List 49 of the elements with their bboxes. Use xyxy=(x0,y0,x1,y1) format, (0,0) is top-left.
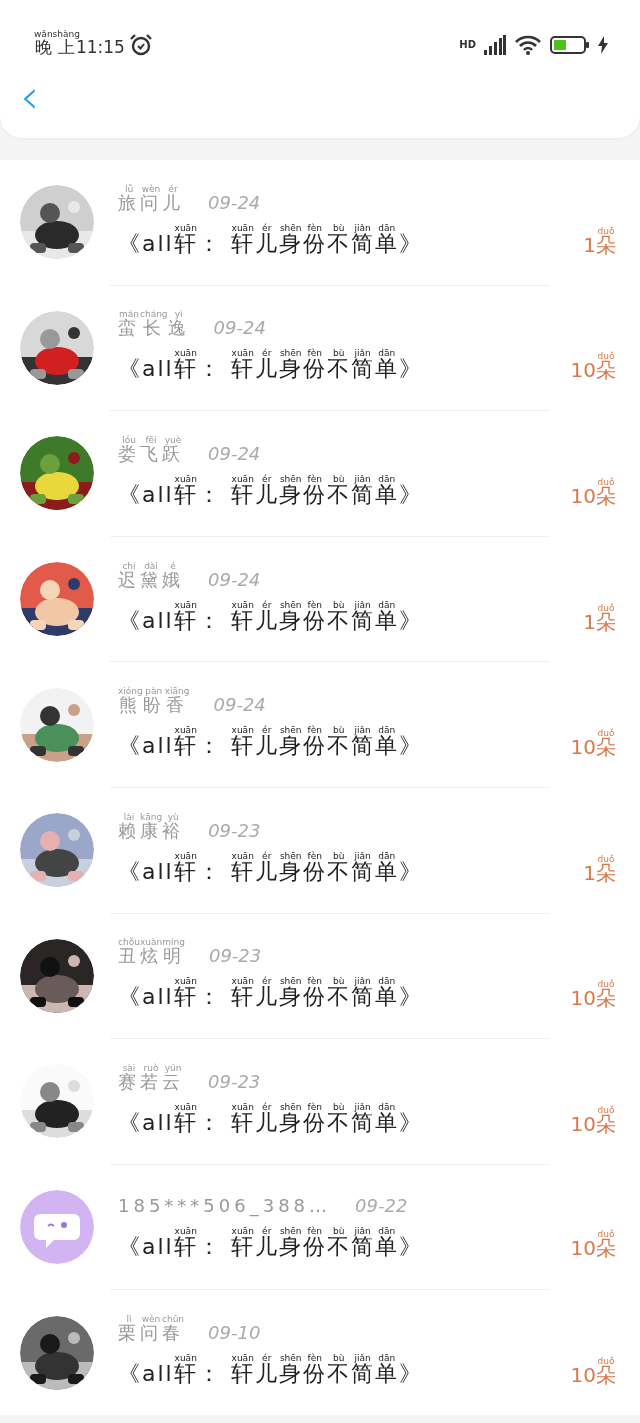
sender-name: 熊 xióng 盼 pàn 香 xiāng xyxy=(118,687,190,718)
flower-count: 1朵 duǒ xyxy=(583,603,616,636)
status-time: 晚 wǎn 上 shàng 11:15 xyxy=(34,29,125,59)
flower-count: 1朵 duǒ xyxy=(583,226,616,259)
flower-count: 10朵 duǒ xyxy=(570,729,616,762)
sender-name: 赖 lài 康 kāng 裕 yù xyxy=(118,812,185,843)
work-title: 《all轩 xuān ： 轩 xuān 儿 ér 身 shēn 份 fèn 不 bù 简 jiǎn 单 dān 》 xyxy=(118,726,423,761)
gift-date: 09-23 xyxy=(208,944,262,969)
sender-name: 旅 lǚ 问 wèn 儿 ér xyxy=(118,184,184,215)
sender-name: 185***506_388… xyxy=(118,1193,332,1219)
alarm-icon xyxy=(128,33,153,57)
flower-count: 10朵 duǒ xyxy=(570,1105,616,1138)
work-title: 《all轩 xuān ： 轩 xuān 儿 ér 身 shēn 份 fèn 不 bù 简 jiǎn 单 dān 》 xyxy=(118,349,423,384)
work-title: 《all轩 xuān ： 轩 xuān 儿 ér 身 shēn 份 fèn 不 bù 简 jiǎn 单 dān 》 xyxy=(118,600,423,635)
flower-count: 10朵 duǒ xyxy=(570,352,616,385)
gift-date: 09-24 xyxy=(213,693,266,718)
gift-date: 09-23 xyxy=(208,818,261,843)
network-label: HD xyxy=(459,40,476,50)
default-avatar-icon xyxy=(20,1190,94,1265)
gift-date: 09-22 xyxy=(355,1193,408,1218)
work-title: 《all轩 xuān ： 轩 xuān 儿 ér 身 shēn 份 fèn 不 bù 简 jiǎn 单 dān 》 xyxy=(118,223,423,258)
work-title: 《all轩 xuān ： 轩 xuān 儿 ér 身 shēn 份 fèn 不 bù 简 jiǎn 单 dān 》 xyxy=(118,977,423,1012)
sender-name: 栗 lì 问 wèn 春 chūn xyxy=(118,1315,185,1346)
sender-name: 赛 sài 若 ruò 云 yún xyxy=(118,1063,184,1094)
work-title: 《all轩 xuān ： 轩 xuān 儿 ér 身 shēn 份 fèn 不 bù 简 jiǎn 单 dān 》 xyxy=(118,1102,423,1137)
gift-date: 09-10 xyxy=(208,1321,261,1346)
gift-date: 09-24 xyxy=(208,442,261,466)
sender-name: 蛮 mán 长 cháng 逸 yì xyxy=(118,310,190,341)
gift-date: 09-23 xyxy=(208,1069,261,1094)
flower-count: 1朵 duǒ xyxy=(583,854,616,887)
work-title: 《all轩 xuān ： 轩 xuān 儿 ér 身 shēn 份 fèn 不 bù 简 jiǎn 单 dān 》 xyxy=(118,1354,423,1389)
wifi-icon xyxy=(514,35,542,55)
flower-count: 10朵 duǒ xyxy=(570,1229,616,1262)
sender-name: 丑 chǒu 炫 xuàn 明 míng xyxy=(118,938,185,969)
signal-icon xyxy=(484,35,506,55)
flower-count: 10朵 duǒ xyxy=(570,980,616,1013)
flower-count: 10朵 duǒ xyxy=(570,1357,616,1390)
gift-date: 09-24 xyxy=(208,190,261,215)
work-title: 《all轩 xuān ： 轩 xuān 儿 ér 身 shēn 份 fèn 不 bù 简 jiǎn 单 dān 》 xyxy=(118,475,423,509)
gift-date: 09-24 xyxy=(213,316,266,341)
sender-name: 迟 chí 黛 dài 娥 é xyxy=(118,561,184,592)
flower-count: 10朵 duǒ xyxy=(570,478,616,510)
work-title: 《all轩 xuān ： 轩 xuān 儿 ér 身 shēn 份 fèn 不 bù 简 jiǎn 单 dān 》 xyxy=(118,851,423,886)
battery-icon xyxy=(550,35,590,55)
work-title: 《all轩 xuān ： 轩 xuān 儿 ér 身 shēn 份 fèn 不 bù 简 jiǎn 单 dān 》 xyxy=(118,1226,423,1261)
charging-icon xyxy=(598,36,608,54)
back-button[interactable]: ‹ xyxy=(0,72,40,120)
gift-date: 09-24 xyxy=(208,567,261,592)
sender-name: 娄 lóu 飞 fēi 跃 yuè xyxy=(118,436,184,466)
